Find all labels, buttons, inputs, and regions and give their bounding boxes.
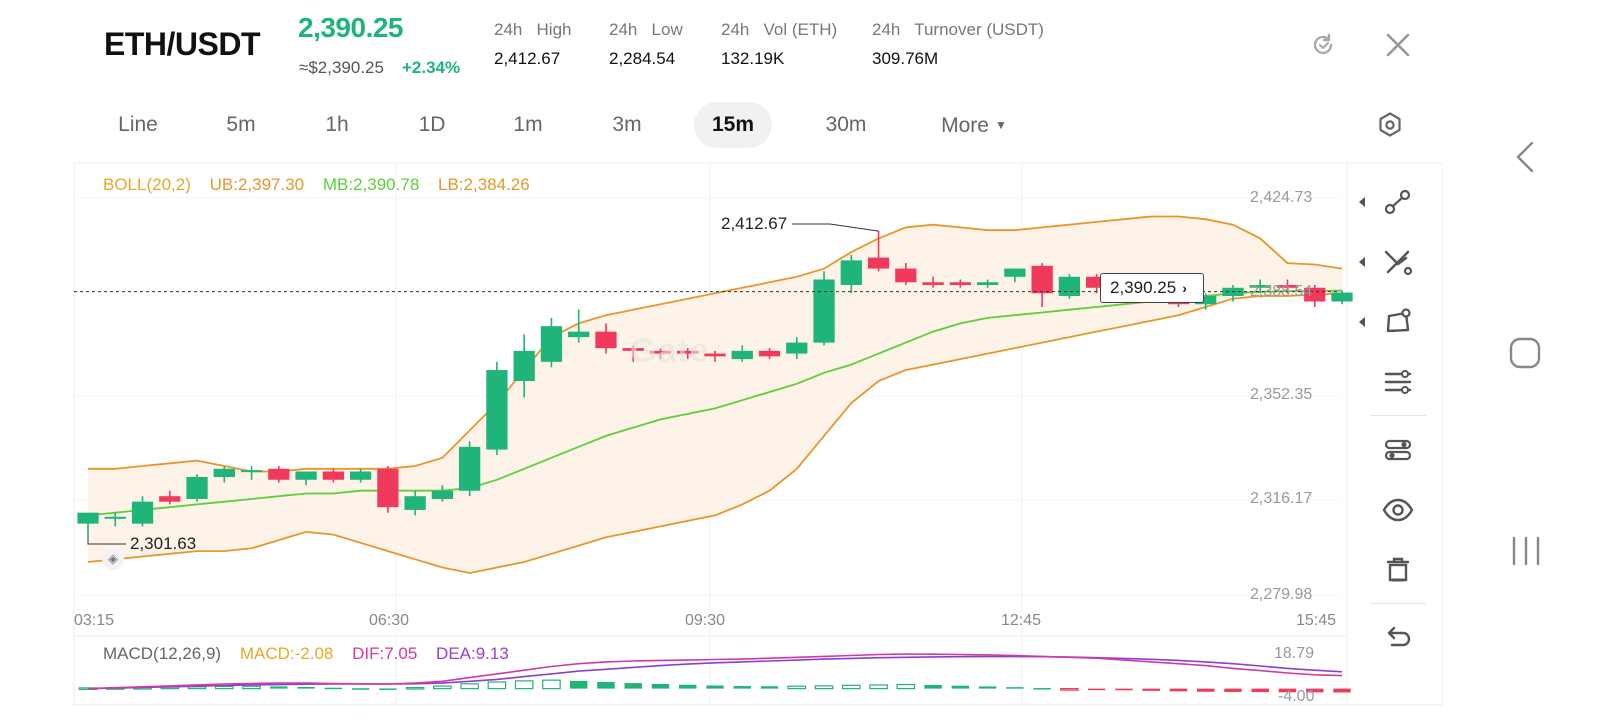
current-price-marker-value: 2,390.25 [1110,278,1177,297]
expand-caret-icon[interactable] [1359,197,1365,207]
visibility-eye-icon[interactable] [1380,492,1416,528]
high-price-annotation: 2,412.67 [721,214,788,233]
expand-caret-icon[interactable] [1359,257,1365,267]
stat-value: 132.19K [721,49,785,68]
stat-value: 2,412.67 [494,49,561,68]
boll-legend: BOLL(20,2) UB:2,397.30 MB:2,390.78 LB:2,… [103,175,530,195]
stat-label: 24h High [494,20,572,39]
stat-24h-high: 24h High 2,412.67 [494,20,572,69]
price-usd-equivalent: ≈$2,390.25 [299,58,384,77]
boll-middle-value: MB:2,390.78 [322,175,420,194]
tab-1h[interactable]: 1h [304,102,370,148]
nav-recents-icon[interactable] [1510,536,1542,571]
macd-dif-value: DIF:7.05 [352,644,418,663]
tab-15m[interactable]: 15m [694,102,772,148]
toolbar-divider [1370,415,1426,416]
price-axis-label: 2,316.17 [1250,490,1313,507]
last-price: 2,390.25 [298,12,404,43]
stat-label: 24h Turnover (USDT) [872,20,1044,39]
low-price-annotation: 2,301.63 [130,534,197,553]
stat-24h-volume: 24h Vol (ETH) 132.19K [721,20,837,69]
tab-more[interactable]: More ▼ [926,102,1022,148]
tab-1m[interactable]: 1m [494,102,562,148]
indicator-tool-icon[interactable] [1380,432,1416,468]
tab-30m[interactable]: 30m [808,102,884,148]
shape-tool-icon[interactable] [1380,304,1416,340]
macd-axis-label: -4.00 [1278,688,1315,705]
price-axis-label: 2,424.73 [1250,189,1313,206]
macd-axis-label: 18.79 [1274,645,1315,662]
toolbar-divider [1370,603,1426,604]
price-change-percent: +2.34% [402,58,461,77]
stat-label: 24h Low [609,20,683,39]
stat-24h-low: 24h Low 2,284.54 [609,20,683,69]
cross-line-tool-icon[interactable] [1380,244,1416,280]
stat-value: 2,284.54 [609,49,676,68]
tab-3m[interactable]: 3m [592,102,662,148]
tab-5m[interactable]: 5m [206,102,276,148]
scroll-reset-icon[interactable]: ◈ [102,548,124,570]
macd-value: MACD:-2.08 [239,644,334,663]
price-axis-label: 2,279.98 [1250,586,1313,603]
close-icon[interactable] [1383,30,1413,60]
current-price-marker[interactable]: 2,390.25 › [1100,273,1204,303]
chart-settings-gear-icon[interactable] [1375,110,1405,140]
stat-value: 309.76M [872,49,939,68]
chevron-right-icon: › [1182,280,1187,296]
tab-line[interactable]: Line [96,102,180,148]
time-axis-label: 09:30 [685,612,726,629]
boll-lower-value: LB:2,384.26 [438,175,530,194]
stat-label: 24h Vol (ETH) [721,20,838,39]
nav-back-icon[interactable] [1512,140,1540,179]
trading-pair-title: ETH/USDT [104,26,261,62]
macd-title: MACD(12,26,9) [103,644,222,663]
time-axis-label: 06:30 [369,612,410,629]
refresh-icon[interactable] [1308,30,1338,60]
caret-down-icon: ▼ [994,118,1007,132]
boll-upper-value: UB:2,397.30 [209,175,305,194]
price-axis-label: 2,352.35 [1250,386,1313,403]
undo-icon[interactable] [1380,620,1416,656]
time-axis-label: 03:15 [74,612,115,629]
time-axis-label: 12:45 [1001,612,1042,629]
nav-home-icon[interactable] [1508,336,1542,375]
stat-24h-turnover: 24h Turnover (USDT) 309.76M [872,20,1044,69]
kline-panel [74,0,1478,720]
delete-trash-icon[interactable] [1380,552,1416,588]
macd-legend: MACD(12,26,9) MACD:-2.08 DIF:7.05 DEA:9.… [103,644,509,664]
watermark-logo: Gate [630,332,710,370]
tab-1d[interactable]: 1D [398,102,466,148]
macd-dea-value: DEA:9.13 [436,644,509,663]
current-price-axis-label: 2,388.54 [1250,283,1313,300]
app-screen: ETH/USDT 2,390.25 ≈$2,390.25 +2.34% 24h … [0,0,1600,720]
expand-caret-icon[interactable] [1359,317,1365,327]
boll-title: BOLL(20,2) [103,175,191,194]
trend-line-tool-icon[interactable] [1380,184,1416,220]
time-axis-label: 15:45 [1296,612,1337,629]
fibonacci-tool-icon[interactable] [1380,364,1416,400]
